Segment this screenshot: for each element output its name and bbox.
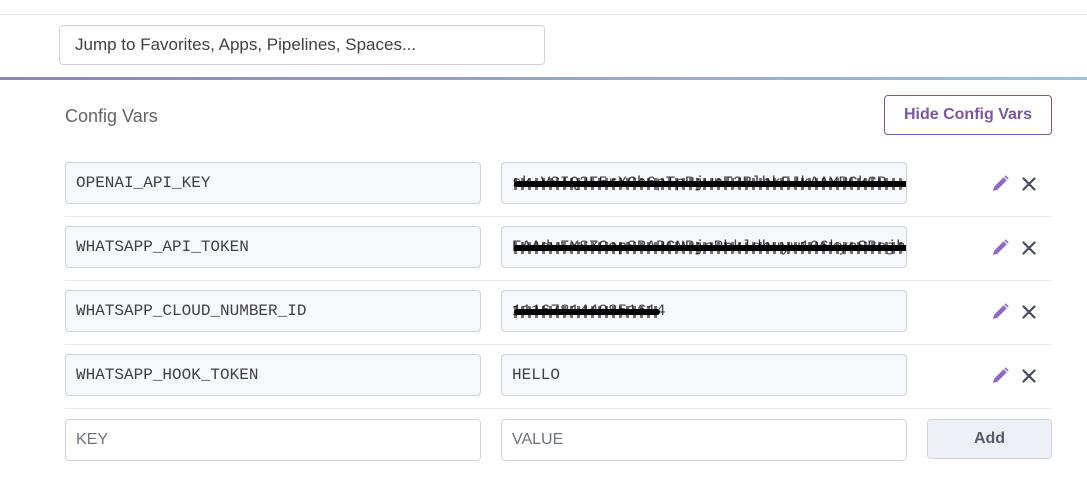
delete-button[interactable]	[1017, 300, 1041, 324]
delete-button[interactable]	[1017, 364, 1041, 388]
config-var-key[interactable]: WHATSAPP_HOOK_TOKEN	[65, 354, 481, 396]
close-icon	[1022, 177, 1036, 191]
add-button[interactable]: Add	[927, 419, 1052, 459]
edit-button[interactable]	[988, 300, 1012, 324]
close-icon	[1022, 241, 1036, 255]
edit-button[interactable]	[988, 364, 1012, 388]
config-var-key-text: WHATSAPP_API_TOKEN	[76, 238, 249, 256]
pencil-icon	[993, 303, 1009, 319]
edit-button[interactable]	[988, 236, 1012, 260]
pencil-icon	[993, 367, 1009, 383]
config-var-row: OPENAI_API_KEY sk-VSIQ3F5rXCh6pTpRjwnT3B…	[65, 153, 1052, 217]
close-icon	[1022, 305, 1036, 319]
new-config-var-row: Add	[65, 409, 1052, 473]
config-vars-list: OPENAI_API_KEY sk-VSIQ3F5rXCh6pTpRjwnT3B…	[65, 153, 1052, 473]
config-var-value[interactable]: 1116781440851614	[501, 290, 907, 332]
hide-config-vars-button[interactable]: Hide Config Vars	[884, 95, 1052, 135]
config-var-row: WHATSAPP_HOOK_TOKEN HELLO	[65, 345, 1052, 409]
close-icon	[1022, 369, 1036, 383]
config-var-key[interactable]: WHATSAPP_CLOUD_NUMBER_ID	[65, 290, 481, 332]
edit-button[interactable]	[988, 172, 1012, 196]
config-var-value[interactable]: EAAdwEXSZCopSBABCNPjoPhkldbuyw106kyeSBej…	[501, 226, 907, 268]
accent-bar	[0, 77, 1087, 80]
config-var-key[interactable]: WHATSAPP_API_TOKEN	[65, 226, 481, 268]
delete-button[interactable]	[1017, 236, 1041, 260]
config-var-value-text: HELLO	[512, 366, 561, 384]
search-input[interactable]	[59, 25, 545, 65]
pencil-icon	[993, 239, 1009, 255]
config-var-key-text: WHATSAPP_HOOK_TOKEN	[76, 366, 259, 384]
config-var-key[interactable]: OPENAI_API_KEY	[65, 162, 481, 204]
config-var-row: WHATSAPP_API_TOKEN EAAdwEXSZCopSBABCNPjo…	[65, 217, 1052, 281]
new-value-input[interactable]	[501, 419, 907, 461]
delete-button[interactable]	[1017, 172, 1041, 196]
config-vars-page: Config Vars Hide Config Vars OPENAI_API_…	[0, 0, 1087, 492]
redaction-mark	[514, 242, 906, 254]
config-var-key-text: WHATSAPP_CLOUD_NUMBER_ID	[76, 302, 307, 320]
config-var-row: WHATSAPP_CLOUD_NUMBER_ID 111678144085161…	[65, 281, 1052, 345]
pencil-icon	[993, 175, 1009, 191]
section-title: Config Vars	[65, 106, 158, 126]
new-key-input[interactable]	[65, 419, 481, 461]
header-divider	[0, 14, 1087, 15]
config-var-value[interactable]: sk-VSIQ3F5rXCh6pTpRjwnT3BlbkFJkAAYRCkGR	[501, 162, 907, 204]
redaction-mark	[514, 306, 660, 318]
config-var-value[interactable]: HELLO	[501, 354, 907, 396]
redaction-mark	[514, 178, 906, 190]
config-var-key-text: OPENAI_API_KEY	[76, 174, 211, 192]
